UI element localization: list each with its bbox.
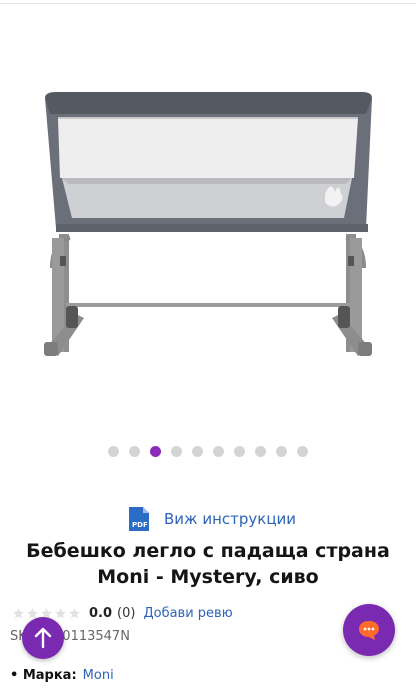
arrow-up-icon <box>34 627 52 649</box>
gallery-dot[interactable] <box>213 446 224 457</box>
instructions-link[interactable]: PDF Виж инструкции <box>126 506 296 532</box>
gallery-pagination <box>0 446 416 458</box>
brand-link[interactable]: Moni <box>83 668 114 683</box>
star-icon <box>55 607 66 618</box>
product-image[interactable] <box>0 6 416 431</box>
gallery-dot[interactable] <box>129 446 140 457</box>
gallery-dot[interactable] <box>234 446 245 457</box>
brand-label: • Марка: <box>10 668 77 683</box>
gallery-dot[interactable] <box>192 446 203 457</box>
gallery-dot[interactable] <box>297 446 308 457</box>
brand-row: • Марка: Moni <box>10 668 114 683</box>
gallery-dot[interactable] <box>276 446 287 457</box>
chat-button[interactable] <box>343 604 395 656</box>
product-title: Бебешко легло с падаща страна Moni - Mys… <box>26 540 390 588</box>
star-icon <box>13 607 24 618</box>
gallery-dot[interactable] <box>255 446 266 457</box>
rating-value: 0.0 <box>89 605 113 621</box>
instructions-label: Виж инструкции <box>164 510 297 528</box>
baby-crib-photo <box>44 92 372 356</box>
gallery-dot[interactable] <box>108 446 119 457</box>
scroll-to-top-button[interactable] <box>22 617 64 659</box>
pdf-icon: PDF <box>129 507 149 531</box>
svg-text:PDF: PDF <box>132 521 148 529</box>
add-review-link[interactable]: Добави ревю <box>143 606 232 621</box>
top-divider <box>0 0 416 4</box>
star-icon <box>69 607 80 618</box>
rating-count: (0) <box>117 605 136 621</box>
product-page: PDF Виж инструкции Бебешко легло с падащ… <box>0 0 416 699</box>
chat-bubble-icon <box>359 621 379 640</box>
gallery-dot[interactable] <box>171 446 182 457</box>
gallery-dot[interactable] <box>150 446 161 457</box>
